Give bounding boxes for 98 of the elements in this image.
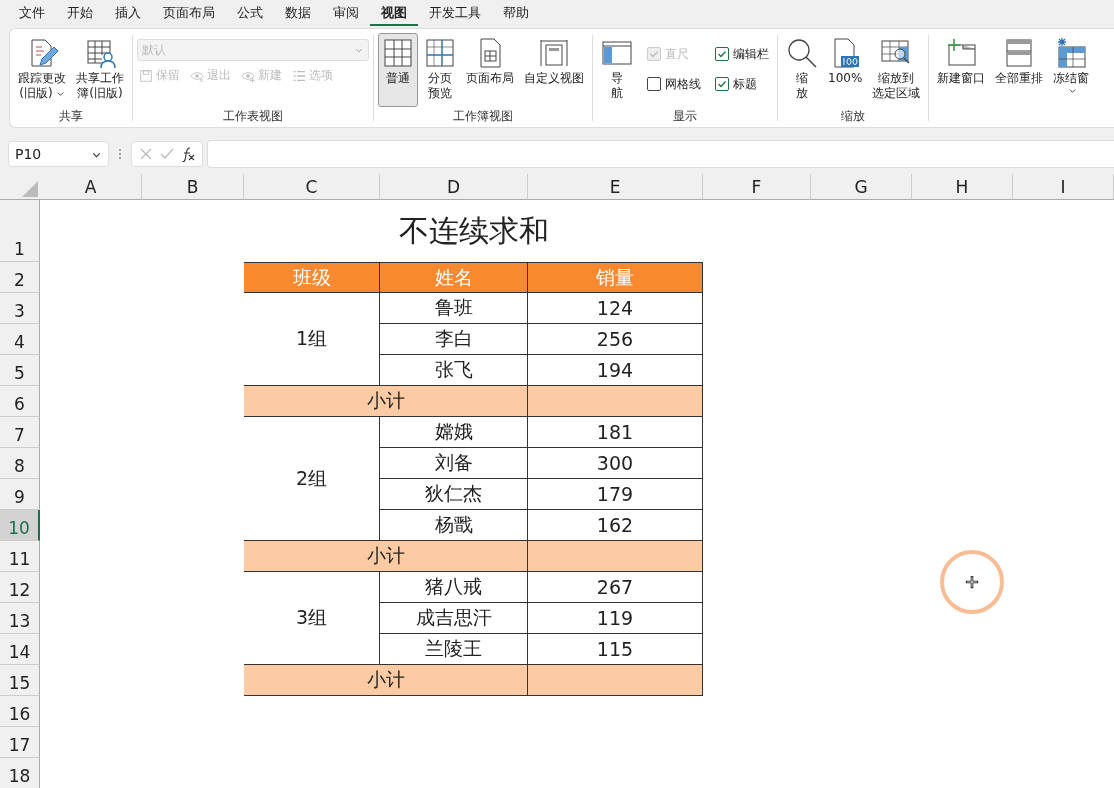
- subtotal-cell: 小计: [244, 541, 528, 572]
- ribbon-button[interactable]: 普通: [378, 33, 418, 107]
- navigation-button[interactable]: 导 航: [597, 33, 637, 105]
- group-title: 工作簿视图: [452, 108, 514, 125]
- ribbon-button[interactable]: 页面布局: [462, 33, 518, 90]
- custom-view-icon: [538, 37, 570, 69]
- column-header-cell: 姓名: [380, 262, 528, 293]
- function-icon[interactable]: [180, 146, 197, 162]
- column-header[interactable]: G: [811, 174, 912, 200]
- menu-tab[interactable]: 插入: [104, 0, 152, 26]
- cursor-highlight-icon: [940, 550, 1004, 614]
- row-header[interactable]: 9: [0, 479, 40, 510]
- drag-handle-icon[interactable]: [118, 147, 122, 161]
- row-header[interactable]: 11: [0, 541, 40, 572]
- table-cell: 181: [528, 417, 703, 448]
- ribbon-button[interactable]: 冻结窗: [1049, 33, 1094, 99]
- ribbon-button[interactable]: 自定义视图: [520, 33, 588, 90]
- new-window-icon: [945, 37, 978, 69]
- ribbon-button[interactable]: 全部重排: [991, 33, 1048, 90]
- row-header[interactable]: 5: [0, 355, 40, 386]
- row-header[interactable]: 15: [0, 665, 40, 696]
- ribbon-button[interactable]: 共享工作 簿(旧版): [72, 33, 128, 105]
- formula-input[interactable]: [207, 140, 1114, 168]
- menu-tab[interactable]: 文件: [8, 0, 56, 26]
- menu-tab[interactable]: 数据: [274, 0, 322, 26]
- row-header[interactable]: 4: [0, 324, 40, 355]
- table-cell: 鲁班: [380, 293, 528, 324]
- table-cell: 狄仁杰: [380, 479, 528, 510]
- row-header[interactable]: 16: [0, 696, 40, 727]
- row-header[interactable]: 7: [0, 417, 40, 448]
- table-cell: 267: [528, 572, 703, 603]
- column-header[interactable]: E: [528, 174, 703, 200]
- magnifier-icon: [786, 37, 818, 69]
- column-header-cell: 班级: [244, 262, 380, 293]
- table-person-icon: [84, 37, 116, 69]
- menu-tab[interactable]: 帮助: [492, 0, 540, 26]
- group-title: 工作表视图: [222, 108, 284, 125]
- ribbon-button[interactable]: 新建窗口: [933, 33, 990, 90]
- table-cell: 300: [528, 448, 703, 479]
- name-box[interactable]: P10: [8, 141, 109, 167]
- table-cell: 256: [528, 324, 703, 355]
- ribbon-button[interactable]: 缩 放: [782, 33, 822, 105]
- row-header[interactable]: 12: [0, 572, 40, 603]
- checkmark-icon: [716, 78, 728, 90]
- freeze-panes-icon: [1055, 37, 1088, 69]
- list-icon: [292, 68, 306, 83]
- checkmark-icon: [716, 48, 728, 60]
- table-cell: 李白: [380, 324, 528, 355]
- table-cell: 嫦娥: [380, 417, 528, 448]
- column-header[interactable]: H: [912, 174, 1013, 200]
- row-header[interactable]: 13: [0, 603, 40, 634]
- sheet-title: 不连续求和: [397, 212, 550, 250]
- column-header[interactable]: A: [40, 174, 142, 200]
- checkbox[interactable]: 编辑栏: [715, 45, 769, 63]
- column-header[interactable]: D: [380, 174, 528, 200]
- menu-tab[interactable]: 视图: [370, 0, 418, 26]
- row-header[interactable]: 8: [0, 448, 40, 479]
- menu-tab[interactable]: 审阅: [322, 0, 370, 26]
- page-break-icon: [424, 37, 456, 69]
- table-cell: 刘备: [380, 448, 528, 479]
- row-header[interactable]: 6: [0, 386, 40, 417]
- subtotal-cell: 小计: [244, 386, 528, 417]
- triangle-icon: [20, 179, 40, 199]
- menu-tab[interactable]: 页面布局: [152, 0, 226, 26]
- column-header[interactable]: I: [1013, 174, 1114, 200]
- group-title: 显示: [672, 108, 698, 125]
- table-cell: 猪八戒: [380, 572, 528, 603]
- subtotal-cell: 小计: [244, 665, 528, 696]
- group-title: 缩放: [840, 108, 867, 125]
- row-header[interactable]: 1: [0, 200, 40, 262]
- group-title: 共享: [58, 108, 84, 125]
- checkbox[interactable]: 网格线: [647, 75, 701, 93]
- row-header[interactable]: 14: [0, 634, 40, 665]
- menu-tab[interactable]: 开始: [56, 0, 104, 26]
- table-cell: 119: [528, 603, 703, 634]
- table-cell: 成吉思汗: [380, 603, 528, 634]
- column-header[interactable]: C: [244, 174, 380, 200]
- row-header[interactable]: 3: [0, 293, 40, 324]
- row-header[interactable]: 2: [0, 262, 40, 293]
- row-header[interactable]: 17: [0, 727, 40, 758]
- ribbon-button[interactable]: 缩放到 选定区域: [868, 33, 925, 105]
- ribbon-button[interactable]: 跟踪更改 (旧版): [14, 33, 70, 105]
- row-header[interactable]: 10: [0, 510, 40, 541]
- column-header-cell: 销量: [528, 262, 703, 293]
- grid-icon: [382, 37, 414, 69]
- column-header[interactable]: F: [703, 174, 811, 200]
- checkbox[interactable]: 标题: [715, 75, 769, 93]
- row-header[interactable]: 18: [0, 758, 40, 788]
- column-header[interactable]: B: [142, 174, 244, 200]
- checkmark-icon: [648, 48, 660, 60]
- menu-tab[interactable]: 公式: [226, 0, 274, 26]
- table-cell: 124: [528, 293, 703, 324]
- ribbon-button[interactable]: 100%: [824, 33, 867, 90]
- menu-tab[interactable]: 开发工具: [418, 0, 492, 26]
- select-all-button[interactable]: [0, 174, 40, 200]
- ribbon-button[interactable]: 分页 预览: [420, 33, 460, 105]
- save-icon: [139, 68, 153, 83]
- table-cell: 179: [528, 479, 703, 510]
